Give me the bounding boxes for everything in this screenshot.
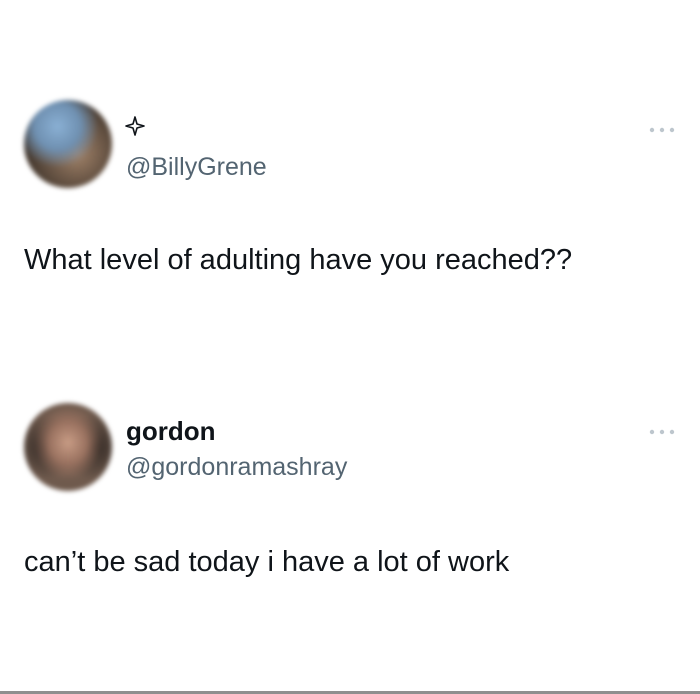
display-name[interactable]: gordon bbox=[126, 415, 216, 447]
avatar[interactable] bbox=[24, 100, 112, 188]
post-text: What level of adulting have you reached?… bbox=[24, 244, 573, 276]
user-handle[interactable]: @BillyGrene bbox=[126, 151, 267, 183]
avatar[interactable] bbox=[24, 403, 112, 491]
more-options-icon[interactable] bbox=[648, 428, 676, 436]
user-handle[interactable]: @gordonramashray bbox=[126, 451, 347, 483]
more-options-icon[interactable] bbox=[648, 126, 676, 134]
sparkle-icon bbox=[125, 116, 145, 136]
post-text: can’t be sad today i have a lot of work bbox=[24, 546, 510, 578]
